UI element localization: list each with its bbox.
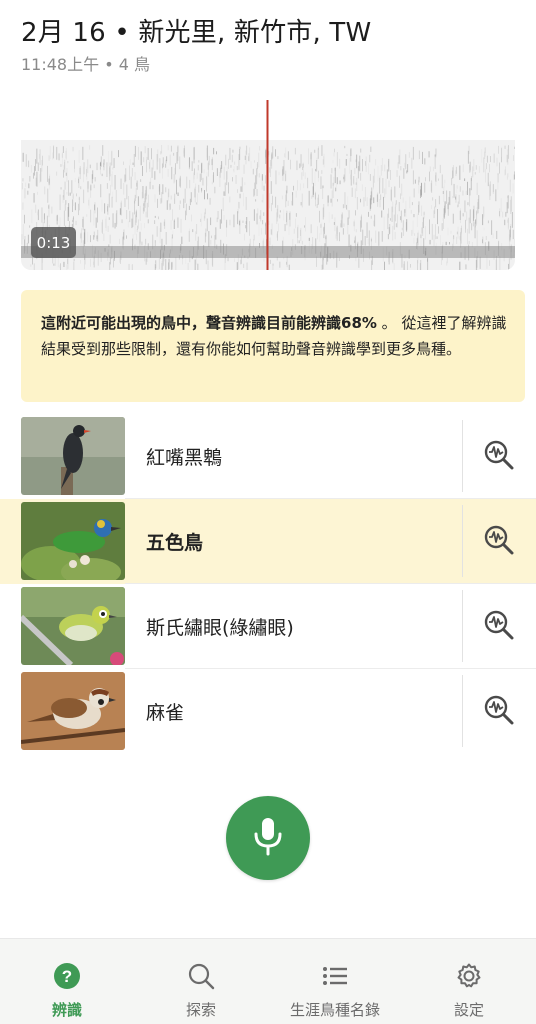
microphone-icon [251,816,285,860]
row-divider [462,420,463,492]
species-row[interactable]: 紅嘴黑鵯 [0,414,536,499]
species-row[interactable]: 斯氏繡眼(綠繡眼) [0,584,536,669]
bird-photo-sparrow [21,672,125,750]
tab-identify[interactable]: ? 辨識 [0,939,134,1024]
magnify-wave-icon [483,694,515,730]
spectrogram[interactable] [21,100,515,270]
search-icon [186,961,216,991]
tab-label: 探索 [185,1001,216,1019]
bird-photo-taiwan-barbet [21,502,125,580]
record-button[interactable] [226,796,310,880]
header: 2月 16 • 新光里, 新竹市, TW 11:48上午 • 4 鳥 [21,14,515,76]
row-divider [462,590,463,662]
species-name: 紅嘴黑鵯 [146,447,223,469]
species-list: 紅嘴黑鵯 五色鳥 斯氏繡眼(綠繡眼) 麻雀 [0,414,536,754]
species-name: 斯氏繡眼(綠繡眼) [146,617,294,639]
question-circle-icon: ? [52,961,82,991]
list-icon [320,961,350,991]
page-title: 2月 16 • 新光里, 新竹市, TW [21,18,372,48]
time-badge: 0:13 [31,227,76,258]
bird-photo-white-eye [21,587,125,665]
row-divider [462,675,463,747]
bottom-nav: ? 辨識 探索 生涯鳥種名錄 設定 [0,938,536,1024]
species-name: 五色鳥 [146,532,204,554]
recording-meta: 11:48上午 • 4 鳥 [21,55,150,74]
tab-settings[interactable]: 設定 [402,939,536,1024]
gear-icon [454,961,484,991]
tab-life-list[interactable]: 生涯鳥種名錄 [268,939,402,1024]
magnify-wave-icon [483,609,515,645]
magnify-wave-icon [483,524,515,560]
bird-photo-red-billed-bulbul [21,417,125,495]
recognition-notice[interactable]: 這附近可能出現的鳥中，聲音辨識目前能辨識68% 。 從這裡了解辨識結果受到那些限… [21,290,525,402]
tab-explore[interactable]: 探索 [134,939,268,1024]
tab-label: 設定 [453,1001,484,1019]
row-divider [462,505,463,577]
svg-text:?: ? [62,967,72,986]
tab-label: 生涯鳥種名錄 [289,1001,380,1019]
species-row[interactable]: 麻雀 [0,669,536,754]
species-row-selected[interactable]: 五色鳥 [0,499,536,584]
inspect-sound-button[interactable] [478,691,520,733]
playhead[interactable] [266,100,269,270]
inspect-sound-button[interactable] [478,521,520,563]
inspect-sound-button[interactable] [478,436,520,478]
tab-label: 辨識 [51,1001,82,1019]
inspect-sound-button[interactable] [478,606,520,648]
magnify-wave-icon [483,439,515,475]
notice-bold-text: 這附近可能出現的鳥中，聲音辨識目前能辨識68% [41,314,377,332]
species-name: 麻雀 [146,702,185,724]
